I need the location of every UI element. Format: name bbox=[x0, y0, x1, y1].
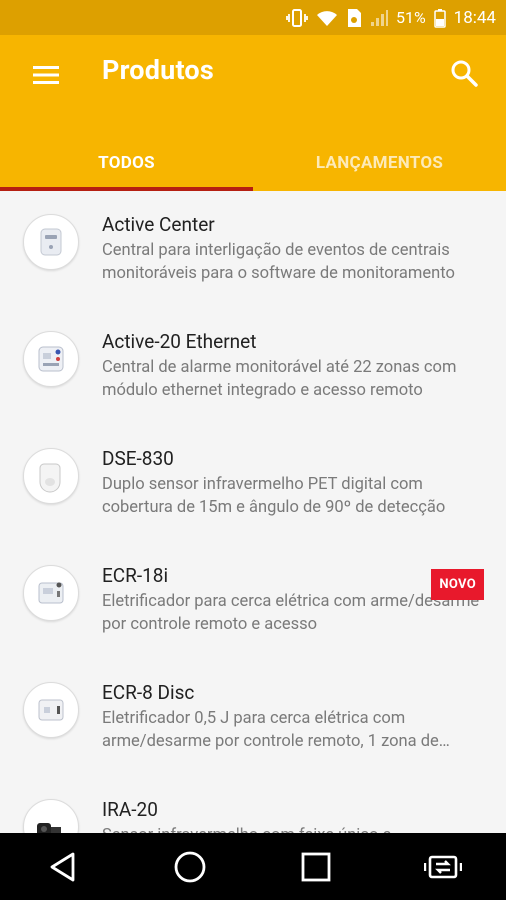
product-name: Active Center bbox=[102, 213, 215, 236]
vibrate-icon bbox=[286, 8, 308, 28]
screen-rotate-icon bbox=[423, 855, 462, 878]
central-device-icon bbox=[23, 214, 79, 270]
clock: 18:44 bbox=[453, 7, 496, 28]
list-item[interactable]: DSE-830 Duplo sensor infravermelho PET d… bbox=[0, 425, 506, 542]
back-icon bbox=[50, 852, 75, 881]
battery-percent: 51% bbox=[395, 8, 426, 27]
product-description: Central para interligação de eventos de … bbox=[102, 241, 455, 283]
menu-button[interactable] bbox=[22, 57, 70, 93]
tab-todos[interactable]: TODOS bbox=[0, 135, 253, 191]
product-description: Duplo sensor infravermelho PET digital c… bbox=[102, 475, 446, 517]
signal-icon bbox=[370, 9, 388, 27]
page-title: Produtos bbox=[102, 54, 214, 86]
product-description: Central de alarme monitorável até 22 zon… bbox=[102, 358, 457, 400]
list-item[interactable]: ECR-18i Eletrificador para cerca elétric… bbox=[0, 542, 506, 659]
back-button[interactable] bbox=[33, 837, 93, 897]
app-bar: Produtos TODOS LANÇAMENTOS bbox=[0, 35, 506, 191]
list-item[interactable]: IRA-20 Sensor infravermelho com feixe ún… bbox=[0, 776, 506, 833]
system-navigation-bar bbox=[0, 833, 506, 900]
product-description: Eletrificador para cerca elétrica com ar… bbox=[102, 592, 480, 634]
wifi-icon bbox=[316, 9, 338, 27]
search-icon bbox=[451, 60, 478, 87]
list-item[interactable]: Active Center Central para interligação … bbox=[0, 191, 506, 308]
hamburger-menu-icon bbox=[33, 66, 59, 84]
data-saver-icon bbox=[346, 8, 362, 28]
status-bar: 51% 18:44 bbox=[0, 0, 506, 35]
list-item[interactable]: ECR-8 Disc Eletrificador 0,5 J para cerc… bbox=[0, 659, 506, 776]
product-name: DSE-830 bbox=[102, 447, 174, 470]
product-description: Eletrificador 0,5 J para cerca elétrica … bbox=[102, 709, 439, 751]
battery-icon bbox=[433, 8, 446, 28]
product-name: ECR-8 Disc bbox=[102, 681, 195, 704]
alarm-panel-icon bbox=[23, 331, 79, 387]
ir-beam-sensor-icon bbox=[23, 799, 79, 833]
product-name: IRA-20 bbox=[102, 798, 158, 821]
tab-bar: TODOS LANÇAMENTOS bbox=[0, 135, 506, 191]
tab-lancamentos[interactable]: LANÇAMENTOS bbox=[253, 135, 506, 191]
fence-energizer-icon bbox=[23, 682, 79, 738]
recents-icon bbox=[301, 852, 331, 881]
list-item[interactable]: Active-20 Ethernet Central de alarme mon… bbox=[0, 308, 506, 425]
new-badge: NOVO bbox=[431, 569, 484, 600]
infrared-sensor-icon bbox=[23, 448, 79, 504]
fence-energizer-icon bbox=[23, 565, 79, 621]
product-list[interactable]: Active Center Central para interligação … bbox=[0, 191, 506, 833]
search-button[interactable] bbox=[442, 53, 486, 93]
product-name: Active-20 Ethernet bbox=[102, 330, 257, 353]
home-button[interactable] bbox=[160, 837, 220, 897]
home-icon bbox=[174, 851, 206, 882]
product-name: ECR-18i bbox=[102, 564, 169, 587]
rotate-button[interactable] bbox=[413, 837, 473, 897]
product-description: Sensor infravermelho com feixe único e bbox=[102, 824, 486, 833]
recents-button[interactable] bbox=[286, 837, 346, 897]
